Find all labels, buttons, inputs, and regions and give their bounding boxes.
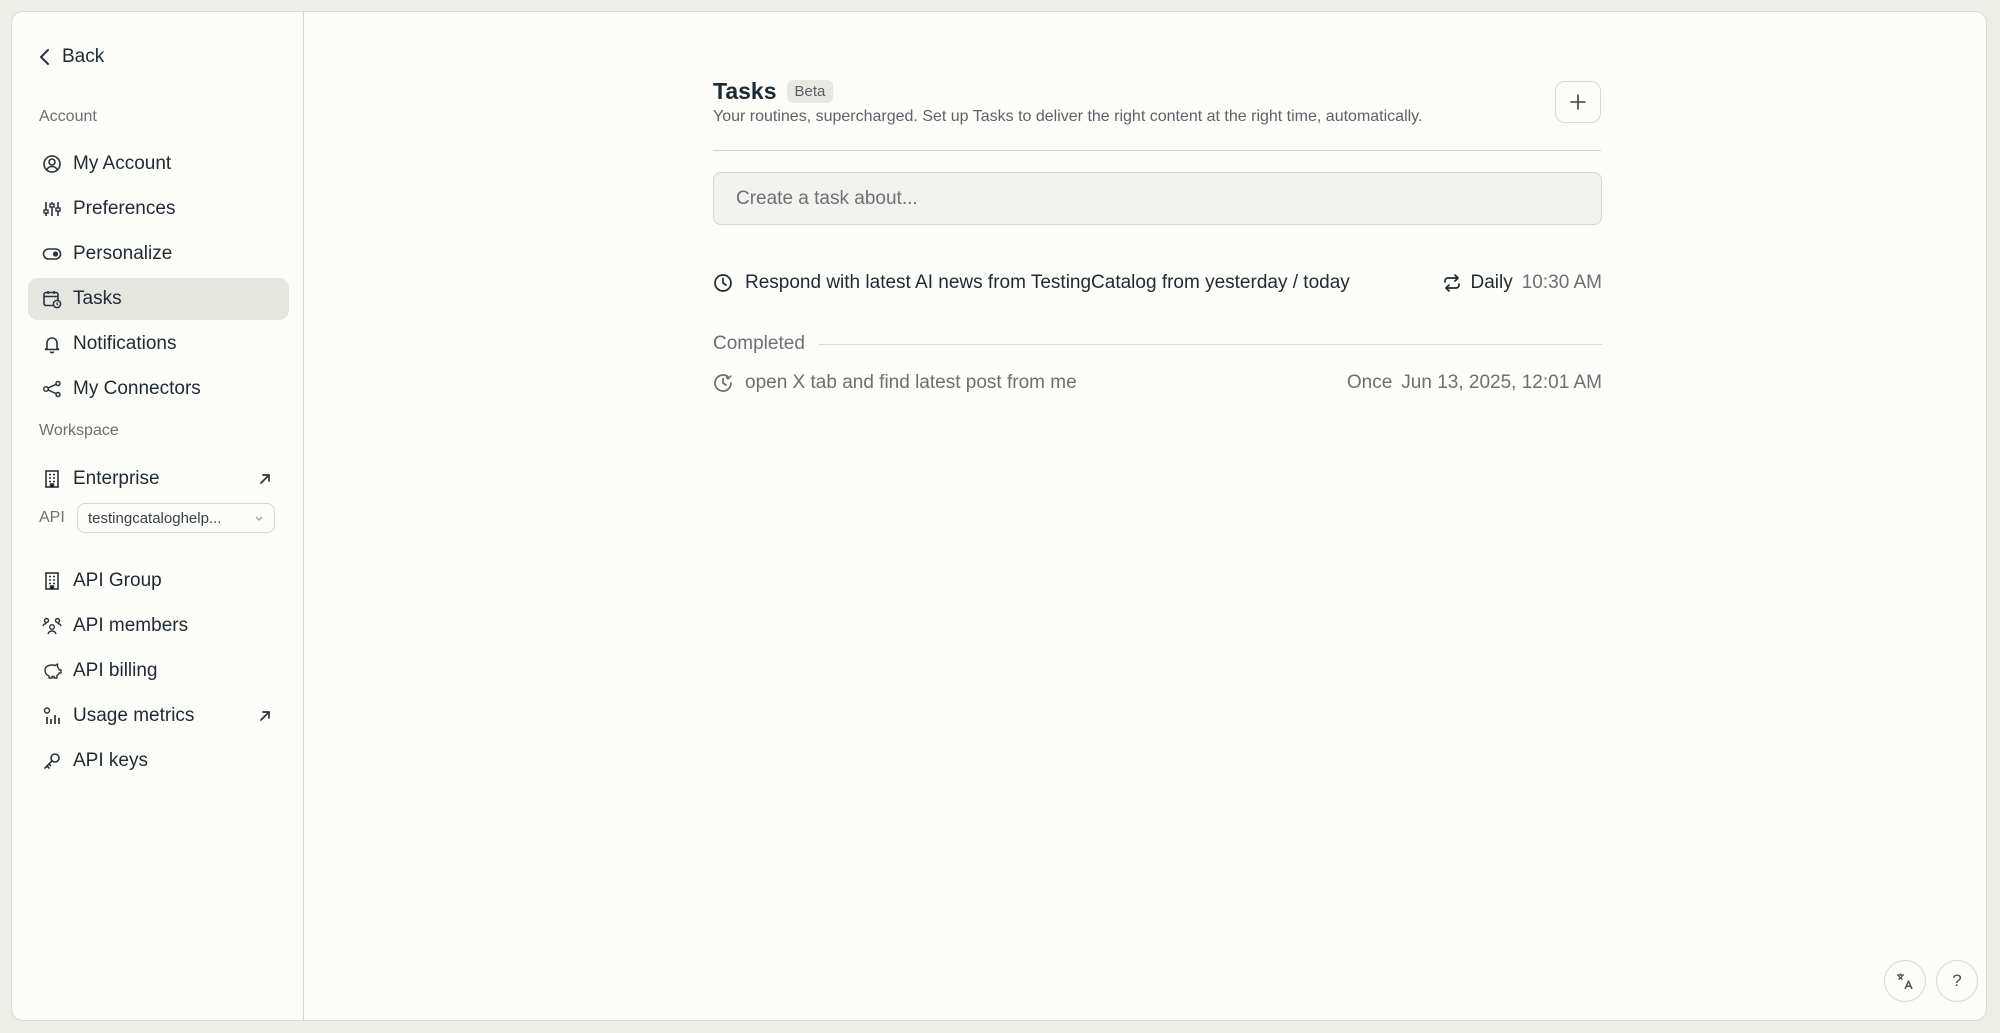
task-time: Jun 13, 2025, 12:01 AM: [1401, 372, 1602, 393]
sidebar-item-api-keys[interactable]: API keys: [28, 740, 289, 782]
repeat-icon: [1444, 274, 1461, 292]
back-label: Back: [62, 46, 105, 67]
add-task-button[interactable]: [1555, 81, 1601, 123]
sliders-icon: [42, 199, 62, 219]
user-circle-icon: [42, 154, 62, 174]
translate-icon: [1897, 973, 1913, 990]
sidebar-item-label: Tasks: [73, 288, 122, 309]
sidebar-item-label: Preferences: [73, 198, 176, 219]
title-row: Tasks Beta: [713, 78, 834, 105]
api-org-select[interactable]: testingcataloghelp...: [77, 503, 275, 533]
sidebar-item-personalize[interactable]: Personalize: [28, 233, 289, 275]
sidebar-item-label: Personalize: [73, 243, 173, 264]
sidebar-item-label: My Connectors: [73, 378, 201, 399]
chevron-left-icon: [40, 49, 49, 65]
sidebar-item-api-group[interactable]: API Group: [28, 560, 289, 602]
sidebar-item-preferences[interactable]: Preferences: [28, 188, 289, 230]
sidebar-item-label: API billing: [73, 660, 158, 681]
account-section-label: Account: [39, 108, 97, 125]
task-row-active[interactable]: Respond with latest AI news from Testing…: [713, 272, 1602, 294]
beta-badge: Beta: [786, 80, 834, 103]
settings-window: Back Account My Account Preferences Pers…: [11, 11, 1987, 1021]
back-button[interactable]: Back: [38, 34, 104, 80]
sidebar-item-tasks[interactable]: Tasks: [28, 278, 289, 320]
sidebar-item-my-account[interactable]: My Account: [28, 143, 289, 185]
page-subtitle: Your routines, supercharged. Set up Task…: [713, 108, 1423, 125]
task-name: open X tab and find latest post from me: [745, 372, 1077, 393]
chart-icon: [42, 706, 62, 726]
create-task-input[interactable]: [713, 172, 1602, 225]
page-title: Tasks: [713, 78, 777, 104]
sidebar-item-notifications[interactable]: Notifications: [28, 323, 289, 365]
sidebar-item-enterprise[interactable]: Enterprise: [28, 458, 289, 500]
bell-icon: [42, 334, 62, 354]
task-time: 10:30 AM: [1521, 272, 1602, 293]
external-link-icon: [260, 711, 270, 721]
sidebar-item-label: API Group: [73, 570, 162, 591]
piggy-bank-icon: [42, 661, 62, 681]
help-button[interactable]: ?: [1936, 960, 1978, 1002]
task-frequency: Once: [1346, 372, 1393, 393]
sidebar-item-api-billing[interactable]: API billing: [28, 650, 289, 692]
external-link-icon: [260, 474, 270, 484]
task-schedule: Once Jun 13, 2025, 12:01 AM: [1347, 372, 1602, 394]
plus-icon: [1570, 94, 1586, 110]
chevron-down-icon: [255, 516, 263, 521]
connectors-icon: [42, 379, 62, 399]
sidebar-item-label: My Account: [73, 153, 172, 174]
completed-label: Completed: [713, 333, 805, 354]
language-button[interactable]: [1884, 960, 1926, 1002]
sidebar-item-my-connectors[interactable]: My Connectors: [28, 368, 289, 410]
help-label: ?: [1952, 971, 1962, 990]
api-select-value: testingcataloghelp...: [88, 509, 222, 527]
api-section-label: API: [39, 509, 65, 526]
completed-section-header: Completed: [713, 333, 1602, 355]
sidebar-item-usage-metrics[interactable]: Usage metrics: [28, 695, 289, 737]
task-frequency: Daily: [1470, 272, 1513, 293]
task-row-completed[interactable]: open X tab and find latest post from me …: [713, 372, 1602, 394]
header-divider: [713, 150, 1601, 151]
toggle-icon: [42, 244, 62, 264]
clock-icon: [713, 273, 733, 293]
sidebar: Back Account My Account Preferences Pers…: [12, 12, 304, 1020]
sidebar-item-label: API keys: [73, 750, 148, 771]
main-panel: Tasks Beta Your routines, supercharged. …: [304, 12, 1986, 1020]
key-icon: [42, 751, 62, 771]
members-icon: [42, 616, 62, 636]
sidebar-item-label: Usage metrics: [73, 705, 195, 726]
completed-divider: [818, 343, 1602, 345]
sidebar-item-label: Notifications: [73, 333, 177, 354]
clock-check-icon: [713, 373, 733, 393]
workspace-section-label: Workspace: [39, 422, 119, 439]
building-icon: [42, 571, 62, 591]
sidebar-item-label: Enterprise: [73, 468, 160, 489]
calendar-clock-icon: [42, 289, 62, 309]
sidebar-item-api-members[interactable]: API members: [28, 605, 289, 647]
task-schedule: Daily 10:30 AM: [1442, 272, 1602, 294]
building-icon: [42, 469, 62, 489]
sidebar-item-label: API members: [73, 615, 189, 636]
task-name: Respond with latest AI news from Testing…: [745, 272, 1350, 293]
